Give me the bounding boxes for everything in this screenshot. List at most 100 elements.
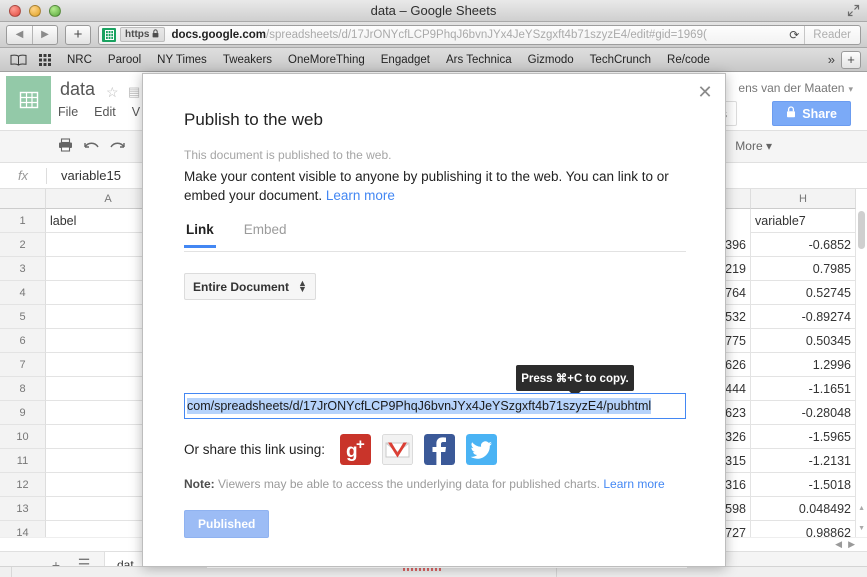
cell-h4[interactable]: 0.52745 xyxy=(751,281,856,305)
bookmark-ny-times[interactable]: NY Times xyxy=(149,54,215,66)
copy-tooltip: Press ⌘+C to copy. xyxy=(516,365,634,397)
row-header[interactable]: 12 xyxy=(0,473,46,497)
row-header[interactable]: 9 xyxy=(0,401,46,425)
account-menu[interactable]: ens van der Maaten ▾ xyxy=(738,81,853,95)
cell-h5[interactable]: -0.89274 xyxy=(751,305,856,329)
browser-toolbar: ◀ ▶ + https docs.google.com/spreadsheets… xyxy=(0,22,867,48)
scroll-down-icon[interactable]: ▼ xyxy=(858,525,865,532)
window-titlebar: data – Google Sheets xyxy=(0,0,867,22)
sheets-grid-icon[interactable] xyxy=(6,76,51,124)
note-learn-more-link[interactable]: Learn more xyxy=(603,477,664,491)
bookmark-nrc[interactable]: NRC xyxy=(59,54,100,66)
strip-segment xyxy=(557,567,867,577)
print-icon[interactable] xyxy=(52,138,78,155)
note-text: Viewers may be able to access the underl… xyxy=(218,477,601,491)
dialog-body: Make your content visible to anyone by p… xyxy=(184,167,684,205)
https-badge: https xyxy=(120,27,166,42)
cell-h12[interactable]: -1.5018 xyxy=(751,473,856,497)
bookmarks-overflow-button[interactable]: » xyxy=(822,52,841,67)
folder-icon[interactable]: ▤ xyxy=(128,84,140,100)
dialog-title: Publish to the web xyxy=(184,110,323,129)
published-button[interactable]: Published xyxy=(184,510,270,538)
window-title: data – Google Sheets xyxy=(370,2,497,18)
new-tab-button[interactable]: + xyxy=(65,24,91,45)
menu-view[interactable]: V xyxy=(132,105,140,119)
row-header[interactable]: 3 xyxy=(0,257,46,281)
share-link-label: Or share this link using: xyxy=(184,442,326,457)
cell-h1[interactable]: variable7 xyxy=(751,209,856,233)
reload-icon[interactable]: ⟳ xyxy=(784,28,804,42)
row-header[interactable]: 7 xyxy=(0,353,46,377)
bookmark-gizmodo[interactable]: Gizmodo xyxy=(520,54,582,66)
reader-button[interactable]: Reader xyxy=(804,25,859,44)
cell-h13[interactable]: 0.048492 xyxy=(751,497,856,521)
address-bar[interactable]: https docs.google.com/spreadsheets/d/17J… xyxy=(98,24,861,45)
share-link-row: Or share this link using: g + xyxy=(184,434,498,465)
bookmark-tweakers[interactable]: Tweakers xyxy=(215,54,280,66)
dialog-subtitle: This document is published to the web. xyxy=(184,148,392,162)
tab-link[interactable]: Link xyxy=(184,222,216,248)
cell-h3[interactable]: 0.7985 xyxy=(751,257,856,281)
bookmark-recode[interactable]: Re/code xyxy=(659,54,718,66)
book-icon[interactable] xyxy=(10,54,27,66)
google-sheets-favicon xyxy=(102,27,116,42)
forward-arrow-icon[interactable]: ▶ xyxy=(32,25,57,44)
scroll-up-icon[interactable]: ▲ xyxy=(858,505,865,512)
published-url-input[interactable]: com/spreadsheets/d/17JrONYcfLCP9PhqJ6bvn… xyxy=(184,393,686,419)
share-button-label: Share xyxy=(802,106,837,121)
bookmarks-bar: NRC Parool NY Times Tweakers OneMoreThin… xyxy=(0,48,867,72)
cell-h8[interactable]: -1.1651 xyxy=(751,377,856,401)
tab-embed[interactable]: Embed xyxy=(242,222,289,245)
select-all-corner[interactable] xyxy=(0,189,46,209)
bookmark-parool[interactable]: Parool xyxy=(100,54,149,66)
star-icon[interactable]: ☆ xyxy=(106,84,119,101)
bookmark-ars-technica[interactable]: Ars Technica xyxy=(438,54,520,66)
bookmark-techcrunch[interactable]: TechCrunch xyxy=(582,54,659,66)
back-arrow-icon[interactable]: ◀ xyxy=(7,26,32,44)
column-header-h[interactable]: H xyxy=(751,189,856,209)
cell-h9[interactable]: -0.28048 xyxy=(751,401,856,425)
published-url-value: com/spreadsheets/d/17JrONYcfLCP9PhqJ6bvn… xyxy=(187,398,652,414)
row-header[interactable]: 5 xyxy=(0,305,46,329)
row-header[interactable]: 1 xyxy=(0,209,46,233)
close-icon[interactable]: ✕ xyxy=(696,83,714,101)
facebook-icon[interactable] xyxy=(424,434,456,465)
bookmark-onemorething[interactable]: OneMoreThing xyxy=(280,54,373,66)
horizontal-scroll-arrows[interactable]: ◀▶ xyxy=(835,539,861,550)
up-down-arrows-icon: ▲ ▼ xyxy=(298,278,307,294)
more-label: More xyxy=(735,139,763,153)
row-header[interactable]: 6 xyxy=(0,329,46,353)
row-header[interactable]: 10 xyxy=(0,425,46,449)
redo-icon[interactable] xyxy=(104,139,130,155)
cell-h7[interactable]: 1.2996 xyxy=(751,353,856,377)
undo-icon[interactable] xyxy=(78,139,104,155)
row-header[interactable]: 13 xyxy=(0,497,46,521)
google-plus-icon[interactable]: g + xyxy=(340,434,372,465)
vertical-scrollbar-thumb[interactable] xyxy=(858,211,865,249)
cell-h2[interactable]: -0.6852 xyxy=(751,233,856,257)
grid-icon[interactable] xyxy=(39,53,53,66)
learn-more-link[interactable]: Learn more xyxy=(326,188,395,203)
page-title[interactable]: data xyxy=(60,79,95,100)
menu-edit[interactable]: Edit xyxy=(94,105,116,119)
url-text[interactable]: docs.google.com/spreadsheets/d/17JrONYcf… xyxy=(171,29,784,41)
publish-scope-select[interactable]: Entire Document ▲ ▼ xyxy=(184,273,316,300)
share-button[interactable]: Share xyxy=(772,101,851,126)
vertical-scrollbar[interactable]: ▲ ▼ xyxy=(856,209,867,537)
more-menu-button[interactable]: More ▾ xyxy=(735,139,772,153)
https-label: https xyxy=(125,29,150,40)
cell-h6[interactable]: 0.50345 xyxy=(751,329,856,353)
cell-h11[interactable]: -1.2131 xyxy=(751,449,856,473)
row-header[interactable]: 2 xyxy=(0,233,46,257)
twitter-icon[interactable] xyxy=(466,434,498,465)
row-header[interactable]: 11 xyxy=(0,449,46,473)
bookmark-engadget[interactable]: Engadget xyxy=(373,54,438,66)
gmail-icon[interactable] xyxy=(382,434,414,465)
row-header[interactable]: 4 xyxy=(0,281,46,305)
formula-input[interactable]: variable15 xyxy=(61,168,121,183)
row-header[interactable]: 8 xyxy=(0,377,46,401)
menu-file[interactable]: File xyxy=(58,105,78,119)
expand-arrows-icon[interactable] xyxy=(847,4,860,17)
add-bookmark-button[interactable]: + xyxy=(841,50,861,69)
cell-h10[interactable]: -1.5965 xyxy=(751,425,856,449)
